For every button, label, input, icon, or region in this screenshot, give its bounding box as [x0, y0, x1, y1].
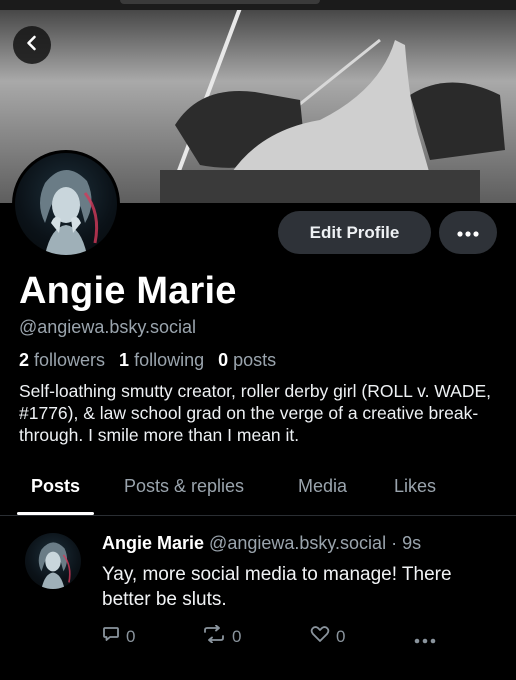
post-author-name[interactable]: Angie Marie	[102, 533, 204, 553]
speech-bubble-icon	[102, 625, 120, 648]
ellipsis-icon	[457, 224, 479, 242]
tab-posts-and-replies[interactable]: Posts & replies	[124, 476, 244, 497]
profile-avatar[interactable]	[12, 150, 120, 258]
tab-posts[interactable]: Posts	[31, 476, 80, 497]
profile-stats: 2 followers 1 following 0 posts	[19, 350, 276, 371]
tab-media[interactable]: Media	[298, 476, 347, 497]
tab-likes[interactable]: Likes	[394, 476, 436, 497]
display-name: Angie Marie	[19, 270, 237, 312]
reply-button[interactable]: 0	[102, 625, 135, 648]
post-more-button[interactable]	[414, 629, 436, 649]
followers-label: followers	[34, 350, 106, 370]
posts-label: posts	[233, 350, 277, 370]
feed-post[interactable]: Angie Marie @angiewa.bsky.social · 9s Ya…	[0, 517, 516, 680]
repost-icon	[202, 624, 226, 648]
back-button[interactable]	[13, 26, 51, 64]
edit-profile-button[interactable]: Edit Profile	[278, 211, 431, 254]
chevron-left-icon	[23, 34, 41, 57]
profile-more-button[interactable]	[439, 211, 497, 254]
post-actions: 0 0 0	[102, 624, 502, 649]
following-count: 1	[119, 350, 130, 370]
profile-bio: Self-loathing smutty creator, roller der…	[19, 381, 492, 445]
following-label: following	[134, 350, 205, 370]
following-stat[interactable]: 1 following	[119, 350, 204, 371]
followers-stat[interactable]: 2 followers	[19, 350, 105, 371]
repost-button[interactable]: 0	[202, 624, 242, 648]
avatar-image	[15, 153, 117, 255]
posts-stat: 0 posts	[218, 350, 276, 371]
repost-count: 0	[232, 626, 242, 646]
post-header: Angie Marie @angiewa.bsky.social · 9s	[102, 533, 421, 554]
posts-count: 0	[218, 350, 229, 370]
post-text: Yay, more social media to manage! There …	[102, 564, 452, 610]
post-avatar[interactable]	[25, 533, 81, 589]
profile-handle: @angiewa.bsky.social	[19, 317, 197, 337]
active-tab-indicator	[17, 512, 94, 515]
followers-count: 2	[19, 350, 30, 370]
post-handle-time: @angiewa.bsky.social · 9s	[209, 533, 422, 553]
ellipsis-icon	[414, 629, 436, 649]
heart-icon	[310, 625, 330, 648]
reply-count: 0	[126, 626, 136, 646]
profile-tabs: Posts Posts & replies Media Likes	[0, 466, 516, 516]
like-count: 0	[336, 626, 346, 646]
like-button[interactable]: 0	[310, 625, 345, 648]
